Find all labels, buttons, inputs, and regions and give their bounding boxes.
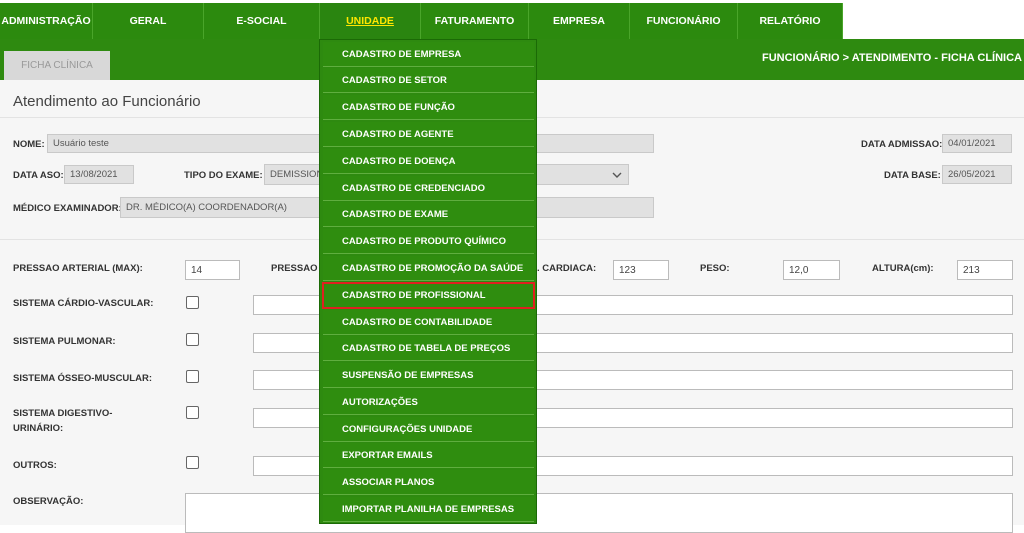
nav-geral[interactable]: GERAL bbox=[93, 3, 204, 39]
menu-item-cadastro-contabilidade[interactable]: CADASTRO DE CONTABILIDADE bbox=[323, 310, 534, 335]
data-base-label: DATA BASE: bbox=[884, 170, 941, 181]
sistema-pulmonar-label: SISTEMA PULMONAR: bbox=[13, 336, 116, 347]
altura-input[interactable]: 213 bbox=[957, 260, 1013, 280]
tipo-exame-label: TIPO DO EXAME: bbox=[184, 170, 263, 181]
data-aso-label: DATA ASO: bbox=[13, 170, 64, 181]
menu-item-configuracoes-unidade[interactable]: CONFIGURAÇÕES UNIDADE bbox=[323, 417, 534, 442]
menu-item-cadastro-funcao[interactable]: CADASTRO DE FUNÇÃO bbox=[323, 95, 534, 120]
unidade-dropdown-menu: CADASTRO DE EMPRESA CADASTRO DE SETOR CA… bbox=[319, 39, 537, 524]
nav-unidade[interactable]: UNIDADE bbox=[320, 3, 421, 39]
observacao-textarea[interactable] bbox=[185, 493, 1013, 533]
menu-item-suspensao-empresas[interactable]: SUSPENSÃO DE EMPRESAS bbox=[323, 363, 534, 388]
nav-e-social[interactable]: E-SOCIAL bbox=[204, 3, 320, 39]
sistema-cardio-checkbox[interactable] bbox=[186, 296, 199, 309]
menu-item-cadastro-produto-quimico[interactable]: CADASTRO DE PRODUTO QUÍMICO bbox=[323, 229, 534, 254]
peso-input[interactable]: 12,0 bbox=[783, 260, 840, 280]
nome-label: NOME: bbox=[13, 139, 45, 150]
menu-item-cadastro-credenciado[interactable]: CADASTRO DE CREDENCIADO bbox=[323, 176, 534, 201]
menu-item-autorizacoes[interactable]: AUTORIZAÇÕES bbox=[323, 390, 534, 415]
menu-item-cadastro-doenca[interactable]: CADASTRO DE DOENÇA bbox=[323, 149, 534, 174]
chevron-down-icon bbox=[612, 172, 622, 178]
sistema-osseo-label: SISTEMA ÓSSEO-MUSCULAR: bbox=[13, 373, 152, 384]
menu-item-cadastro-profissional[interactable]: CADASTRO DE PROFISSIONAL bbox=[322, 282, 535, 309]
observacao-label: OBSERVAÇÃO: bbox=[13, 496, 84, 507]
sistema-digestivo-label-line2: URINÁRIO: bbox=[13, 423, 64, 434]
menu-item-cadastro-exame[interactable]: CADASTRO DE EXAME bbox=[323, 202, 534, 227]
medico-label: MÉDICO EXAMINADOR: bbox=[13, 203, 122, 214]
nav-administracao[interactable]: ADMINISTRAÇÃO bbox=[0, 3, 93, 39]
menu-item-cadastro-tabela-precos[interactable]: CADASTRO DE TABELA DE PREÇOS bbox=[323, 336, 534, 361]
sistema-digestivo-label-line1: SISTEMA DIGESTIVO- bbox=[13, 408, 113, 419]
peso-label: PESO: bbox=[700, 263, 730, 274]
nav-faturamento[interactable]: FATURAMENTO bbox=[421, 3, 529, 39]
altura-label: ALTURA(cm): bbox=[872, 263, 934, 274]
sistema-digestivo-checkbox[interactable] bbox=[186, 406, 199, 419]
menu-item-cadastro-agente[interactable]: CADASTRO DE AGENTE bbox=[323, 122, 534, 147]
menu-item-cadastro-promocao-saude[interactable]: CADASTRO DE PROMOÇÃO DA SAÚDE bbox=[323, 256, 534, 281]
freq-cardiaca-input[interactable]: 123 bbox=[613, 260, 669, 280]
data-base-field[interactable]: 26/05/2021 bbox=[942, 165, 1012, 184]
menu-item-importar-planilha-empresas[interactable]: IMPORTAR PLANILHA DE EMPRESAS bbox=[323, 497, 534, 522]
menu-item-cadastro-empresa[interactable]: CADASTRO DE EMPRESA bbox=[323, 42, 534, 67]
pressao-max-input[interactable]: 14 bbox=[185, 260, 240, 280]
outros-label: OUTROS: bbox=[13, 460, 57, 471]
nav-empresa[interactable]: EMPRESA bbox=[529, 3, 630, 39]
outros-checkbox[interactable] bbox=[186, 456, 199, 469]
data-aso-field[interactable]: 13/08/2021 bbox=[64, 165, 134, 184]
menu-item-cadastro-setor[interactable]: CADASTRO DE SETOR bbox=[323, 68, 534, 93]
nav-funcionario[interactable]: FUNCIONÁRIO bbox=[630, 3, 738, 39]
page-title: Atendimento ao Funcionário bbox=[13, 93, 201, 110]
pressao-max-label: PRESSAO ARTERIAL (MAX): bbox=[13, 263, 143, 274]
menu-item-exportar-emails[interactable]: EXPORTAR EMAILS bbox=[323, 443, 534, 468]
tab-ficha-clinica[interactable]: FICHA CLÍNICA bbox=[4, 51, 110, 80]
nav-relatorio[interactable]: RELATÓRIO bbox=[738, 3, 843, 39]
freq-cardiaca-label: . CARDIACA: bbox=[537, 263, 597, 274]
sistema-osseo-checkbox[interactable] bbox=[186, 370, 199, 383]
data-admissao-label: DATA ADMISSAO: bbox=[861, 139, 943, 150]
top-nav: ADMINISTRAÇÃO GERAL E-SOCIAL UNIDADE FAT… bbox=[0, 0, 1024, 39]
sistema-pulmonar-checkbox[interactable] bbox=[186, 333, 199, 346]
breadcrumb: FUNCIONÁRIO > ATENDIMENTO - FICHA CLÍNIC… bbox=[761, 52, 1022, 64]
menu-item-associar-planos[interactable]: ASSOCIAR PLANOS bbox=[323, 470, 534, 495]
data-admissao-field[interactable]: 04/01/2021 bbox=[942, 134, 1012, 153]
sistema-cardio-label: SISTEMA CÁRDIO-VASCULAR: bbox=[13, 298, 154, 309]
